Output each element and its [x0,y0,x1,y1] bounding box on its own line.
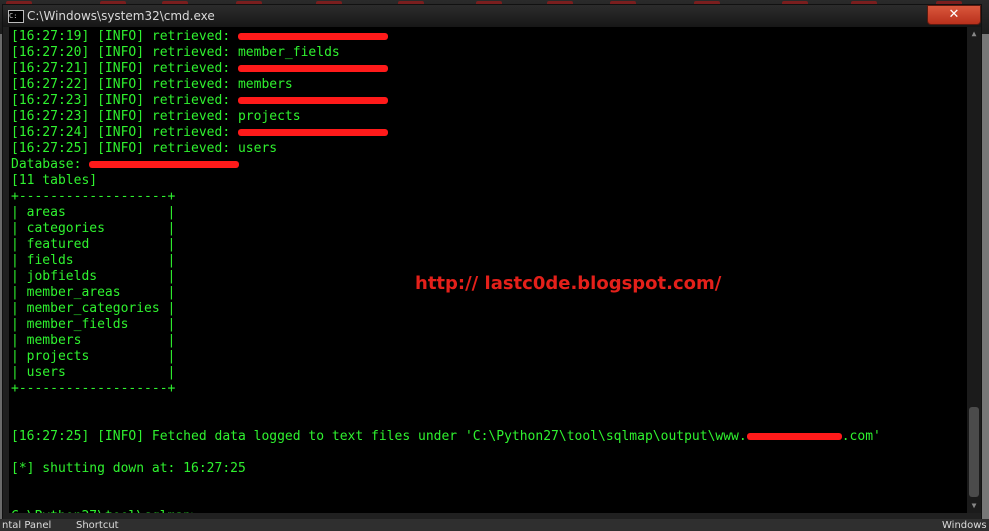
console-line: [11 tables] [11,173,97,189]
console-line: [16:27:25] [INFO] Fetched data logged to… [11,429,881,445]
redaction-mark [89,161,240,168]
console-line-text: [16:27:23] [INFO] retrieved: projects [11,109,301,124]
console-line: Database: [11,157,240,173]
console-line: [16:27:19] [INFO] retrieved: [11,29,388,45]
console-line-text: | featured | [11,237,176,252]
console-line-text: Database: [11,157,90,172]
desktop-label-control-panel[interactable]: ntal Panel [2,520,51,531]
console-line-text: | categories | [11,221,176,236]
desktop-bottom-strip: ntal Panel Shortcut Windows [0,519,989,531]
console-line: | fields | [11,253,175,269]
console-line: | jobfields | [11,269,175,285]
console-line-text: [16:27:22] [INFO] retrieved: members [11,77,293,92]
close-button[interactable]: ✕ [927,5,981,25]
console-line-text: | members | [11,333,176,348]
console-line-text: | member_fields | [11,317,176,332]
console-line-suffix: .com' [841,429,881,444]
console-line-text: C:\Python27\tool\sqlmap> [11,509,199,513]
desktop-label-shortcut[interactable]: Shortcut [76,520,119,531]
redaction-mark [237,65,388,72]
scroll-thumb[interactable] [969,407,979,497]
console-line: [16:27:25] [INFO] retrieved: users [11,141,277,157]
console-line-text: [16:27:24] [INFO] retrieved: [11,125,238,140]
watermark-url: http:// lastc0de.blogspot.com/ [415,273,722,294]
console-line-text: | projects | [11,349,176,364]
console-line-text: [16:27:23] [INFO] retrieved: [11,93,238,108]
console-line-text: [16:27:19] [INFO] retrieved: [11,29,238,44]
console-line: [16:27:21] [INFO] retrieved: [11,61,388,77]
console-line-text: +-------------------+ [11,381,176,396]
console-line: | categories | [11,221,175,237]
redaction-mark [746,433,842,440]
scroll-up-icon[interactable]: ▲ [967,27,981,41]
vertical-scrollbar[interactable]: ▲ ▼ [967,27,981,513]
console-line-text: | member_categories | [11,301,176,316]
console-line-text: [11 tables] [11,173,98,188]
console-line-text: [16:27:25] [INFO] retrieved: users [11,141,278,156]
console-line: | member_categories | [11,301,175,317]
console-line: +-------------------+ [11,189,175,205]
scroll-down-icon[interactable]: ▼ [967,499,981,513]
console-line-text: [16:27:21] [INFO] retrieved: [11,61,238,76]
console-line: [16:27:20] [INFO] retrieved: member_fiel… [11,45,340,61]
console-line: [16:27:22] [INFO] retrieved: members [11,77,293,93]
console-line-text: | users | [11,365,176,380]
command-prompt: C:\Python27\tool\sqlmap> [11,509,209,513]
console-line-text: | areas | [11,205,176,220]
console-line-text: [16:27:25] [INFO] Fetched data logged to… [11,429,747,444]
console-line: [*] shutting down at: 16:27:25 [11,461,246,477]
console-line: | member_areas | [11,285,175,301]
title-bar[interactable]: C: C:\Windows\system32\cmd.exe ✕ [3,5,981,27]
console-line-text: +-------------------+ [11,189,176,204]
desktop-label-windows[interactable]: Windows [942,520,987,531]
console-line-text: | member_areas | [11,285,176,300]
console-line: +-------------------+ [11,381,175,397]
redaction-mark [237,129,388,136]
console-line: | featured | [11,237,175,253]
console-line: | projects | [11,349,175,365]
console-line-text: | jobfields | [11,269,176,284]
window-title: C:\Windows\system32\cmd.exe [27,9,215,23]
console-line: | users | [11,365,175,381]
console-line: [16:27:23] [INFO] retrieved: projects [11,109,301,125]
console-line: [16:27:23] [INFO] retrieved: [11,93,388,109]
console-line: | members | [11,333,175,349]
console-output[interactable]: http:// lastc0de.blogspot.com/ [16:27:19… [9,27,967,513]
redaction-mark [237,33,388,40]
desktop-right-edge [982,34,989,531]
console-line: | areas | [11,205,175,221]
redaction-mark [237,97,388,104]
cmd-icon[interactable]: C: [8,10,24,23]
console-line-text: [16:27:20] [INFO] retrieved: member_fiel… [11,45,340,60]
console-line-text: | fields | [11,253,176,268]
console-line: | member_fields | [11,317,175,333]
cmd-window[interactable]: C: C:\Windows\system32\cmd.exe ✕ http://… [2,4,982,524]
console-line-text: [*] shutting down at: 16:27:25 [11,461,246,476]
console-line: [16:27:24] [INFO] retrieved: [11,125,388,141]
